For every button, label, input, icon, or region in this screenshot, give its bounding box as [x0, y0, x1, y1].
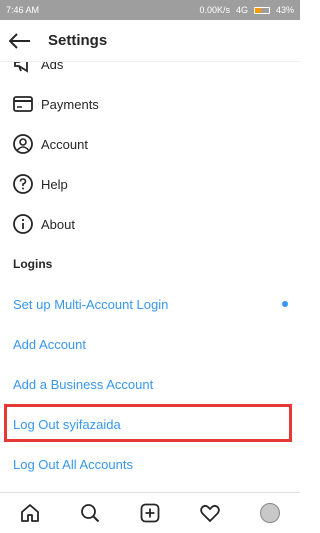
settings-item-label: Help	[41, 176, 68, 192]
nav-new-post[interactable]	[135, 498, 165, 528]
megaphone-icon	[12, 62, 34, 75]
status-network: 4G	[235, 5, 248, 15]
settings-item-help[interactable]: Help	[0, 164, 300, 204]
section-logins: Logins	[13, 257, 53, 271]
settings-item-payments[interactable]: Payments	[0, 84, 300, 124]
multi-account-login-link[interactable]: Set up Multi-Account Login	[0, 284, 300, 324]
card-icon	[12, 93, 34, 115]
multi-account-label: Set up Multi-Account Login	[13, 296, 169, 312]
home-icon	[21, 504, 39, 522]
log-out-user-link[interactable]: Log Out syifazaida	[0, 404, 300, 444]
settings-item-ads[interactable]: Ads	[0, 62, 300, 84]
question-circle-icon	[12, 173, 34, 195]
notification-dot	[282, 301, 288, 307]
settings-item-label: Account	[41, 136, 88, 152]
info-circle-icon	[12, 213, 34, 235]
status-bar: 7:46 AM 0.00K/s 4G 43%	[0, 0, 300, 20]
arrow-left-icon	[9, 32, 30, 49]
settings-list: Ads Payments Account Help About Logins S…	[0, 62, 300, 492]
page-title: Settings	[48, 32, 108, 49]
status-battery: 43%	[275, 5, 294, 15]
back-button[interactable]	[0, 20, 40, 62]
heart-icon	[200, 504, 220, 522]
nav-profile[interactable]	[255, 498, 285, 528]
add-account-link[interactable]: Add Account	[0, 324, 300, 364]
status-time: 7:46 AM	[6, 5, 40, 15]
nav-activity[interactable]	[195, 498, 225, 528]
plus-square-icon	[140, 503, 160, 523]
settings-item-about[interactable]: About	[0, 204, 300, 244]
battery-icon	[253, 6, 270, 14]
settings-item-label: About	[41, 216, 75, 232]
avatar	[260, 503, 280, 523]
search-icon	[81, 504, 100, 523]
header: Settings	[0, 20, 300, 62]
nav-home[interactable]	[15, 498, 45, 528]
status-speed: 0.00K/s	[199, 5, 230, 15]
settings-item-account[interactable]: Account	[0, 124, 300, 164]
add-business-account-link[interactable]: Add a Business Account	[0, 364, 300, 404]
nav-search[interactable]	[75, 498, 105, 528]
bottom-nav	[0, 492, 300, 533]
log-out-all-link[interactable]: Log Out All Accounts	[0, 444, 300, 484]
user-circle-icon	[12, 133, 34, 155]
settings-item-label: Payments	[41, 96, 99, 112]
settings-item-label: Ads	[41, 62, 64, 72]
